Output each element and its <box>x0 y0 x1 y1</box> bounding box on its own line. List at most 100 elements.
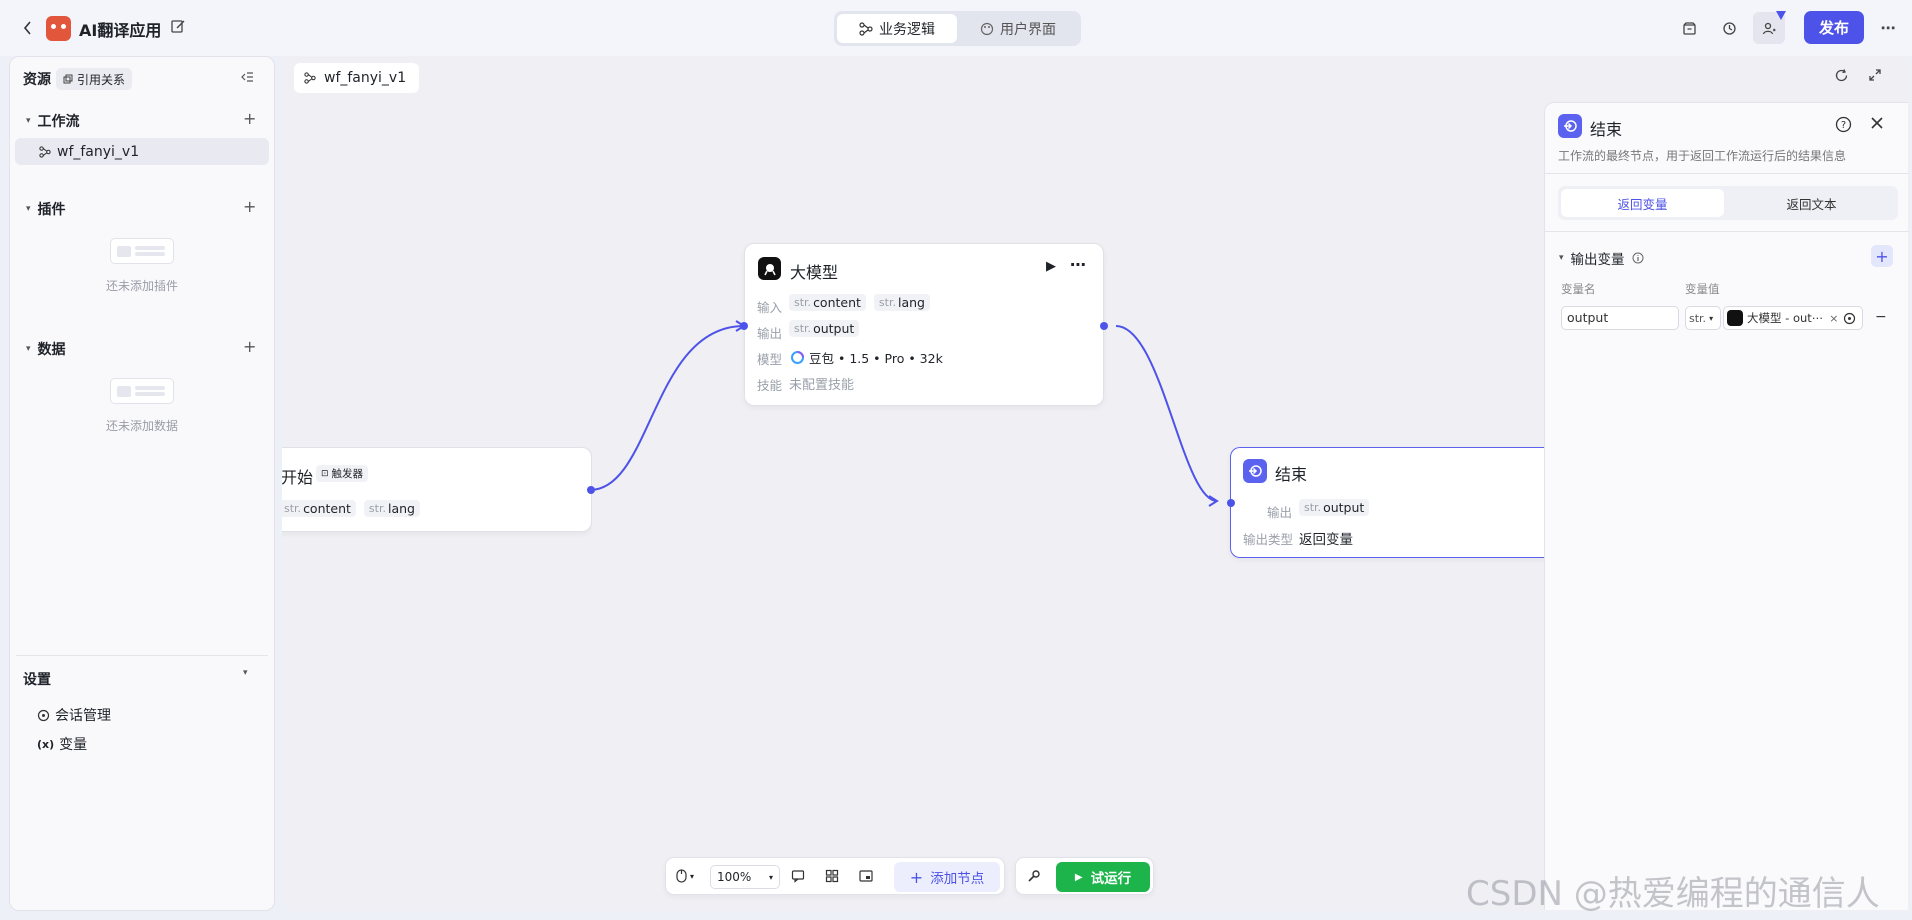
variable-ref-field[interactable]: 大模型 - out⋯ × <box>1723 306 1863 330</box>
output-type-label: 输出类型 <box>1243 532 1294 547</box>
sidebar-item-conversation[interactable]: 会话管理 <box>37 705 111 725</box>
remove-variable-button[interactable]: − <box>1875 309 1887 325</box>
comment-button[interactable] <box>791 869 805 887</box>
chevron-down-icon: ▾ <box>1709 313 1714 323</box>
end-node-icon <box>1243 459 1267 483</box>
output-tag: str. lang <box>363 500 420 517</box>
edit-title-button[interactable] <box>170 18 188 36</box>
settings-divider <box>16 655 268 656</box>
workflow-icon <box>859 21 873 36</box>
start-node[interactable]: 开始 ⊡ 触发器 str. content str. lang <box>282 447 592 532</box>
variable-name-input[interactable]: output <box>1561 306 1679 330</box>
tab-label: 用户界面 <box>1000 21 1056 38</box>
minimap-button[interactable] <box>859 869 873 887</box>
test-run-button[interactable]: ▶ 试运行 <box>1056 862 1150 892</box>
sidebar-item-variables[interactable]: (x) 变量 <box>37 734 87 754</box>
run-toolbar: ▶ 试运行 <box>1015 857 1154 895</box>
back-button[interactable] <box>18 16 38 40</box>
panel-section-divider <box>1545 231 1909 232</box>
add-node-button[interactable]: + 添加节点 <box>894 862 1000 892</box>
sidebar-item-label: 会话管理 <box>55 708 111 724</box>
run-node-button[interactable]: ▶ <box>1046 259 1056 274</box>
chevron-down-icon: ▾ <box>1559 253 1564 263</box>
output-tag: str. output <box>789 320 860 337</box>
layout-button[interactable] <box>825 869 839 887</box>
data-section-header[interactable]: ▾ 数据 <box>26 339 66 359</box>
help-button[interactable]: ? <box>1835 116 1852 137</box>
play-icon: ▶ <box>1046 259 1056 274</box>
more-icon: ⋯ <box>1070 255 1086 274</box>
plugins-section-header[interactable]: ▾ 插件 <box>26 199 66 219</box>
collapse-icon <box>241 72 253 82</box>
llm-input-port[interactable] <box>740 322 748 330</box>
llm-node[interactable]: 大模型 ▶ ⋯ 输入 str. content str. lang 输出 str. o… <box>744 243 1104 406</box>
llm-output-port[interactable] <box>1100 322 1108 330</box>
help-icon: ? <box>1835 116 1852 133</box>
start-node-output-port[interactable] <box>587 486 595 494</box>
output-vars-header[interactable]: ▾ 输出变量 <box>1559 248 1644 268</box>
sidebar-item-label: 变量 <box>59 737 88 753</box>
workflow-icon <box>304 72 316 84</box>
end-node[interactable]: 结束 输出 str. output 输出类型 返回变量 <box>1230 447 1550 558</box>
end-node-config-panel: 结束 ? 工作流的最终节点，用于返回工作流运行后的结果信息 返回变量 返回文本 … <box>1544 102 1909 910</box>
skill-value: 未配置技能 <box>789 378 855 393</box>
save-version-button[interactable] <box>1673 12 1705 44</box>
end-node-title: 结束 <box>1275 465 1308 484</box>
clear-icon[interactable]: × <box>1829 312 1838 325</box>
input-tag: str. content <box>789 294 866 311</box>
add-variable-button[interactable]: + <box>1871 245 1893 267</box>
test-run-label: 试运行 <box>1090 871 1132 887</box>
edge-llm-to-end <box>1115 325 1218 502</box>
resources-label: 资源 <box>23 72 51 88</box>
trigger-icon: ⊡ <box>321 468 329 479</box>
close-panel-button[interactable] <box>1870 116 1884 134</box>
app-icon <box>46 16 71 41</box>
settings-toggle[interactable]: ▾ <box>243 668 248 678</box>
tab-user-interface[interactable]: 用户界面 <box>959 14 1077 43</box>
section-title: 输出变量 <box>1570 252 1625 268</box>
interaction-mode-button[interactable]: ▾ <box>676 869 694 883</box>
output-type-value: 返回变量 <box>1299 532 1353 548</box>
publish-button[interactable]: 发布 <box>1804 11 1864 44</box>
users-icon <box>1762 22 1775 34</box>
references-button[interactable]: 引用关系 <box>56 68 133 90</box>
end-outputs: str. output <box>1299 499 1370 516</box>
zoom-select[interactable]: 100% ▾ <box>710 865 780 889</box>
zoom-value: 100% <box>717 870 752 884</box>
add-plugin-button[interactable]: + <box>243 197 256 216</box>
sidebar-item-label: wf_fanyi_v1 <box>57 143 140 160</box>
chevron-down-icon: ▾ <box>26 116 31 126</box>
llm-outputs: str. output <box>789 320 860 337</box>
node-more-button[interactable]: ⋯ <box>1070 255 1086 274</box>
minimap-icon <box>859 870 873 882</box>
input-label: 输入 <box>757 300 783 315</box>
section-title: 工作流 <box>37 114 80 130</box>
workflow-icon <box>39 145 51 158</box>
history-button[interactable] <box>1713 12 1745 44</box>
variable-icon: (x) <box>37 737 55 751</box>
add-workflow-button[interactable]: + <box>243 109 256 128</box>
debug-tools-button[interactable] <box>1027 869 1041 887</box>
refresh-button[interactable] <box>1834 68 1849 87</box>
panel-header-divider <box>1545 173 1909 174</box>
history-icon <box>1722 21 1736 35</box>
variable-picker-icon[interactable] <box>1843 312 1856 325</box>
llm-node-icon <box>758 257 781 280</box>
tab-return-text[interactable]: 返回文本 <box>1728 189 1895 217</box>
tab-business-logic[interactable]: 业务逻辑 <box>837 14 957 43</box>
tab-return-variable[interactable]: 返回变量 <box>1561 189 1724 217</box>
link-icon <box>63 74 73 84</box>
canvas-workflow-tab[interactable]: wf_fanyi_v1 <box>294 63 419 93</box>
add-data-button[interactable]: + <box>243 337 256 356</box>
tab-label: wf_fanyi_v1 <box>324 70 407 86</box>
workflow-section-header[interactable]: ▾ 工作流 <box>26 111 80 131</box>
fullscreen-button[interactable] <box>1868 68 1882 86</box>
end-input-port[interactable] <box>1227 499 1235 507</box>
output-tag: str. output <box>1299 499 1370 516</box>
sidebar-item-workflow[interactable]: wf_fanyi_v1 <box>15 138 269 165</box>
panel-description: 工作流的最终节点，用于返回工作流运行后的结果信息 <box>1558 149 1847 163</box>
collapse-sidebar-button[interactable] <box>240 70 258 88</box>
more-button[interactable]: ⋯ <box>1872 12 1904 44</box>
variable-type-select[interactable]: str. ▾ <box>1685 306 1721 330</box>
svg-text:?: ? <box>1841 120 1846 131</box>
